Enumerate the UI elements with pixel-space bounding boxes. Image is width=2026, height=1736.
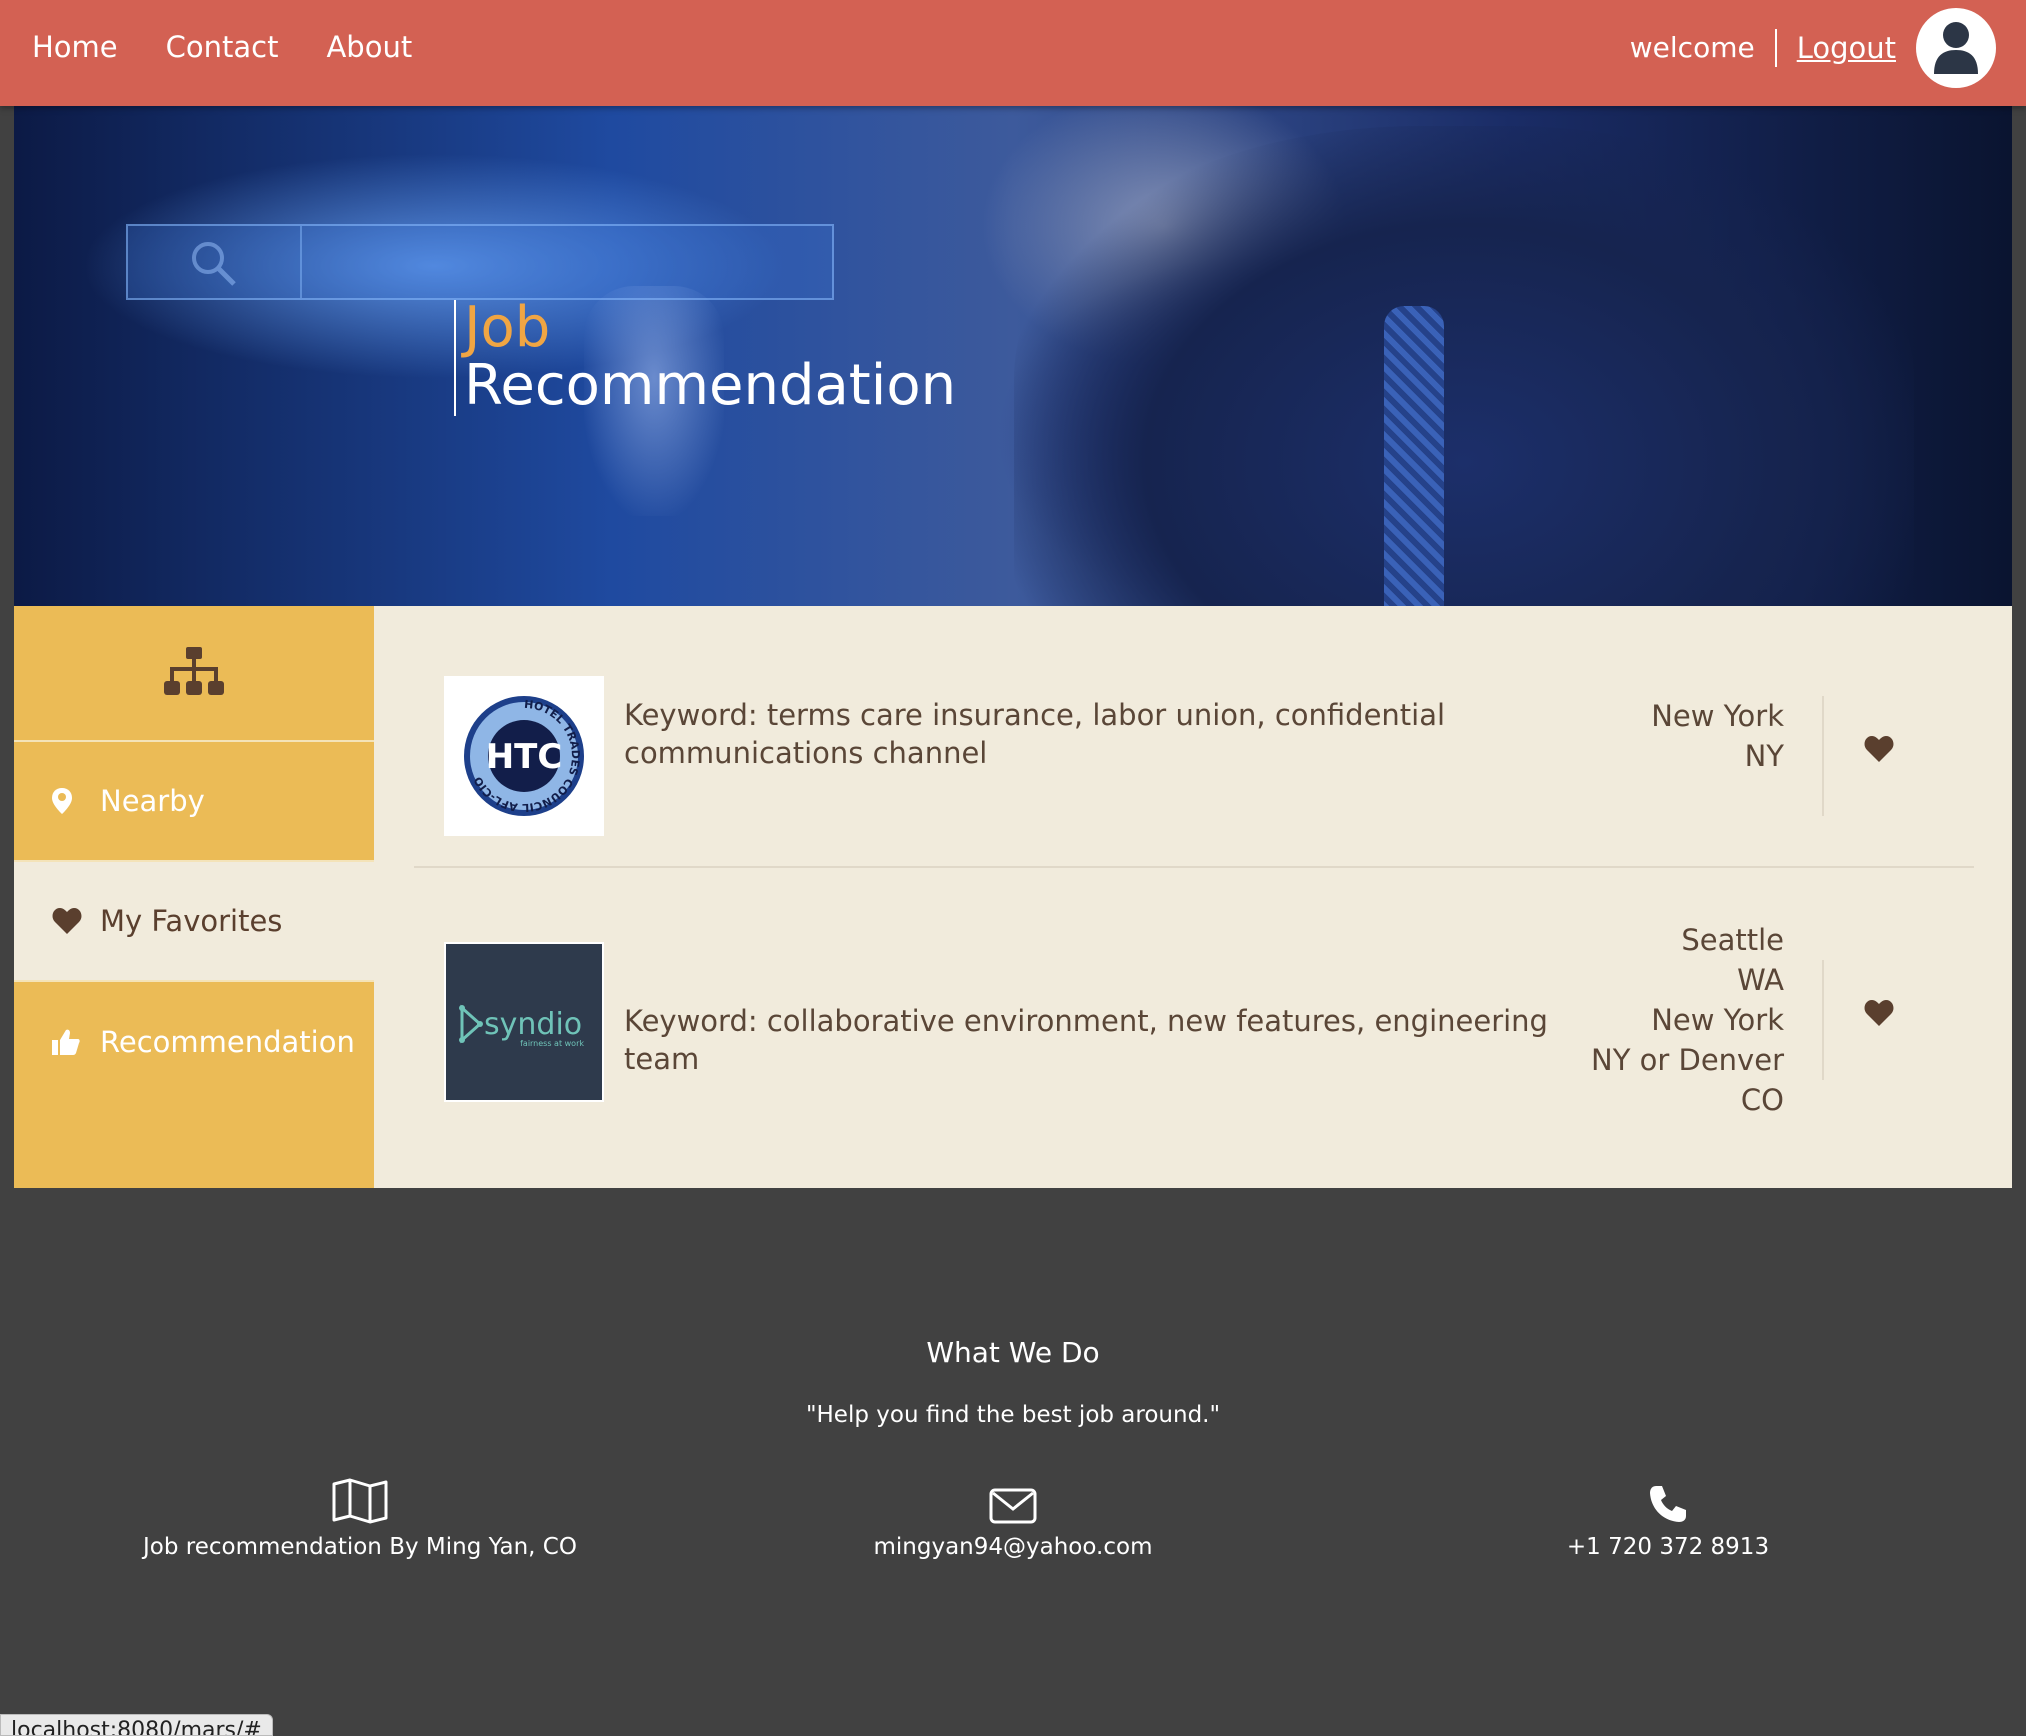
footer-phone: +1 720 372 8913 xyxy=(1368,1474,1968,1560)
nav-about-link[interactable]: About xyxy=(326,30,412,64)
phone-icon xyxy=(1650,1486,1686,1522)
hero-banner: Job Recommendation xyxy=(14,106,2012,606)
page-title-line2: Recommendation xyxy=(464,353,957,418)
status-url-tooltip: localhost:8080/mars/# xyxy=(0,1714,273,1736)
user-icon xyxy=(1934,22,1978,74)
search-icon xyxy=(192,242,236,286)
sidebar-item-favorites[interactable]: My Favorites xyxy=(14,862,374,982)
map-marker-icon xyxy=(52,788,100,814)
company-logo-syndio: syndio fairness at work xyxy=(444,942,604,1102)
footer-phone-text: +1 720 372 8913 xyxy=(1566,1534,1770,1560)
heart-icon xyxy=(1864,736,1894,762)
sidebar-item-label: Recommendation xyxy=(100,1025,355,1059)
sitemap-icon xyxy=(164,647,224,695)
job-location: Seattle WA New York NY or Denver CO xyxy=(1591,923,1784,1117)
page-title-line1: Job xyxy=(464,295,551,360)
footer: What We Do "Help you find the best job a… xyxy=(0,1188,2026,1736)
divider xyxy=(1822,960,1824,1080)
main-section: Nearby My Favorites Recommendation HTC H… xyxy=(14,606,2012,1188)
user-area: welcome Logout xyxy=(1630,8,1996,88)
hero-person-graphic xyxy=(1014,126,1914,606)
job-list-item[interactable]: HTC HOTEL TRADES COUNCIL AFL-CIO Keyword… xyxy=(414,606,1974,868)
footer-email-text[interactable]: mingyan94@yahoo.com xyxy=(713,1534,1313,1560)
sidebar-item-label: My Favorites xyxy=(100,904,283,938)
sidebar-item-nearby[interactable]: Nearby xyxy=(14,742,374,862)
envelope-icon xyxy=(989,1488,1037,1524)
welcome-text: welcome xyxy=(1630,29,1777,67)
heart-icon xyxy=(52,908,100,934)
favorite-button[interactable] xyxy=(1864,1000,1904,1040)
hero-search-graphic xyxy=(126,224,834,300)
company-logo-htc: HTC HOTEL TRADES COUNCIL AFL-CIO xyxy=(444,676,604,836)
footer-quote: "Help you find the best job around." xyxy=(805,1402,1221,1428)
job-location: New York NY xyxy=(1651,699,1784,773)
favorite-button[interactable] xyxy=(1864,736,1904,776)
heart-icon xyxy=(1864,1000,1894,1026)
thumbs-up-icon xyxy=(52,1029,100,1055)
sidebar-header xyxy=(14,606,374,742)
page-title: Job Recommendation xyxy=(454,300,956,416)
footer-address-text: Job recommendation By Ming Yan, CO xyxy=(143,1534,577,1560)
svg-text:fairness at work: fairness at work xyxy=(520,1039,584,1048)
map-icon xyxy=(332,1478,388,1524)
divider xyxy=(1822,696,1824,816)
hero-tie-graphic xyxy=(1384,306,1444,606)
svg-text:HTC: HTC xyxy=(486,737,563,777)
footer-email: mingyan94@yahoo.com xyxy=(713,1474,1313,1560)
job-list: HTC HOTEL TRADES COUNCIL AFL-CIO Keyword… xyxy=(414,606,1974,1188)
job-keywords: Keyword: terms care insurance, labor uni… xyxy=(624,698,1446,770)
avatar[interactable] xyxy=(1916,8,1996,88)
sidebar-item-label: Nearby xyxy=(100,784,205,818)
footer-heading: What We Do xyxy=(926,1336,1100,1369)
main-nav: Home Contact About xyxy=(32,0,412,94)
logout-link[interactable]: Logout xyxy=(1797,31,1896,65)
sidebar: Nearby My Favorites Recommendation xyxy=(14,606,374,1188)
job-keywords: Keyword: collaborative environment, new … xyxy=(624,1004,1548,1076)
sidebar-item-recommendation[interactable]: Recommendation xyxy=(14,982,374,1102)
nav-contact-link[interactable]: Contact xyxy=(166,30,279,64)
nav-home-link[interactable]: Home xyxy=(32,30,118,64)
job-list-item[interactable]: syndio fairness at work Keyword: collabo… xyxy=(414,868,1974,1188)
footer-address: Job recommendation By Ming Yan, CO xyxy=(60,1474,660,1560)
svg-text:syndio: syndio xyxy=(484,1007,582,1042)
top-navbar: Home Contact About welcome Logout xyxy=(0,0,2026,106)
